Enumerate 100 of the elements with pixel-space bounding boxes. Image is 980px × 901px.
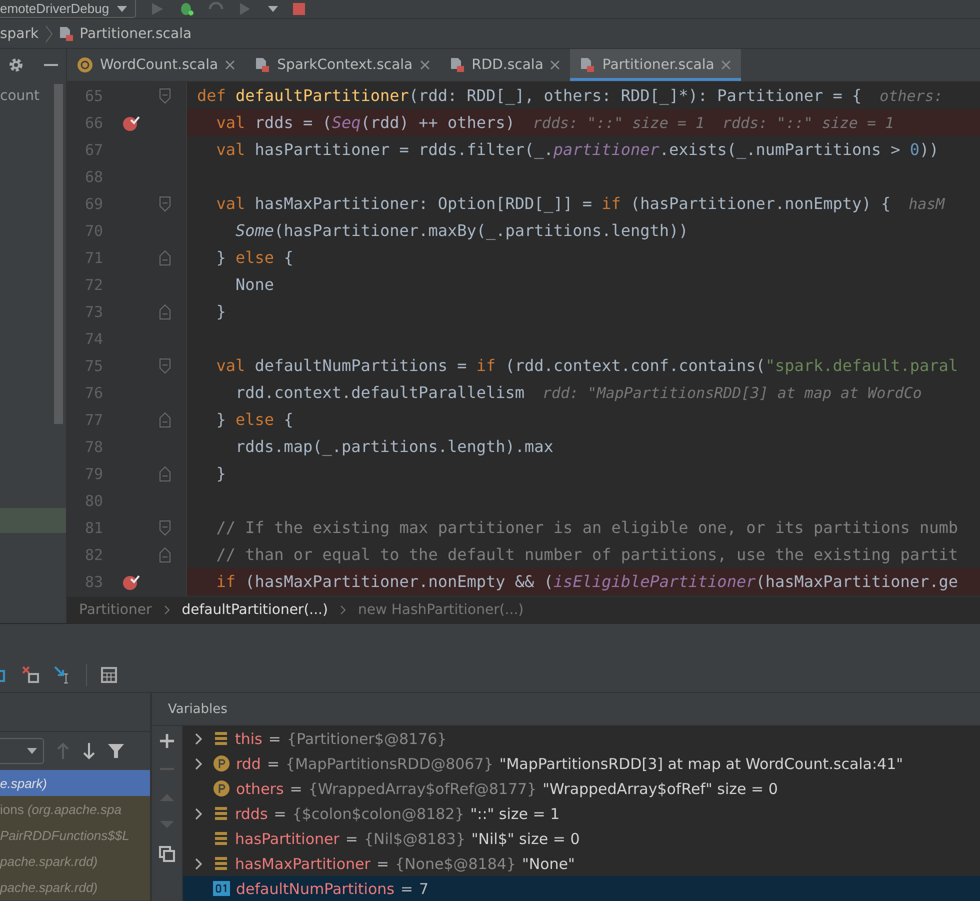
stack-frame[interactable]: pache.spark.rdd) — [0, 874, 150, 900]
locked-file-icon — [580, 57, 596, 73]
close-icon[interactable] — [550, 60, 560, 70]
thread-dropdown[interactable] — [0, 738, 44, 764]
variable-reference: {WrappedArray$ofRef@8177} — [308, 780, 537, 798]
editor-tab[interactable]: WordCount.scala — [67, 49, 246, 81]
equals-sign: = — [400, 880, 414, 898]
stack-frame[interactable]: pache.spark.rdd) — [0, 848, 150, 874]
fold-icon[interactable] — [159, 196, 171, 212]
copy-icon[interactable] — [159, 846, 175, 862]
variable-reference: {$colon$colon@8182} — [292, 804, 464, 822]
filter-icon[interactable] — [108, 743, 124, 759]
variable-value: "WrappedArray$ofRef" size = 0 — [542, 780, 778, 798]
variable-value: "None" — [522, 854, 575, 872]
variable-reference: {None$@8184} — [395, 854, 516, 872]
variable-value: "MapPartitionsRDD[3] at map at WordCount.scala:41" — [499, 754, 904, 772]
run-icon[interactable] — [150, 2, 164, 16]
code-line: // If the existing max partitioner is an eligible one, or its partitions numb — [215, 517, 959, 539]
up-arrow-icon[interactable] — [56, 742, 70, 760]
caret-icon[interactable] — [27, 748, 37, 754]
fold-icon[interactable] — [159, 546, 171, 562]
chevron-icon — [44, 24, 53, 42]
breadcrumb-item[interactable]: new HashPartitioner(...) — [358, 602, 524, 618]
table-icon[interactable] — [101, 666, 117, 682]
editor-tab[interactable]: RDD.scala — [440, 49, 570, 81]
fold-icon[interactable] — [159, 358, 171, 374]
panel-title: Variables — [168, 702, 228, 716]
close-icon[interactable] — [721, 60, 732, 70]
more-caret-icon[interactable] — [268, 6, 278, 12]
variable-reference: {MapPartitionsRDD@8067} — [286, 754, 494, 772]
code-line: } — [215, 301, 227, 323]
parameter-icon — [213, 780, 230, 797]
close-icon[interactable] — [420, 60, 430, 70]
code-line: val hasPartitioner = rdds.filter(_.partitioner.exists(_.numPartitions > 0)) — [215, 139, 940, 161]
stack-frame[interactable]: e.spark) — [0, 770, 150, 796]
fold-icon[interactable] — [159, 412, 171, 428]
stop-icon[interactable] — [292, 2, 306, 16]
variable-name[interactable]: this — [235, 730, 262, 748]
code-line: def defaultPartitioner(rdd: RDD[_], others: RDD[_]*): Partitioner = { others: — [196, 85, 944, 107]
breakpoint-icon[interactable] — [122, 572, 140, 590]
code-line: None — [234, 274, 276, 296]
variable-value: "::" size = 1 — [470, 804, 560, 822]
code-line: // than or equal to the default number of partitions, use the existing partit — [215, 544, 959, 566]
breadcrumb-item[interactable]: Partitioner — [79, 602, 152, 618]
down-arrow-icon[interactable] — [82, 742, 96, 760]
parameter-icon — [213, 755, 230, 772]
breadcrumb-item[interactable]: defaultPartitioner(...) — [182, 602, 328, 618]
code-line: } else { — [215, 247, 294, 269]
variable-name[interactable]: rdds — [235, 804, 268, 822]
equals-sign: = — [376, 854, 390, 872]
field-icon — [213, 856, 229, 872]
breadcrumb-item[interactable]: spark — [0, 26, 39, 42]
caret-icon[interactable] — [117, 6, 128, 12]
variable-name[interactable]: rdd — [236, 754, 261, 772]
chevron-icon — [164, 605, 170, 615]
breakpoint-icon[interactable] — [122, 114, 140, 132]
minimize-icon[interactable] — [44, 63, 58, 67]
equals-sign: = — [345, 830, 358, 848]
variable-reference: {Nil$@8183} — [364, 830, 466, 848]
variable-name[interactable]: defaultNumPartitions — [236, 880, 394, 898]
field-icon — [213, 806, 229, 822]
add-icon[interactable] — [160, 734, 174, 748]
fold-icon[interactable] — [159, 520, 171, 536]
close-icon[interactable] — [225, 60, 236, 70]
drop-frame-icon[interactable] — [22, 666, 40, 684]
fold-icon[interactable] — [159, 466, 171, 482]
equals-sign: = — [290, 780, 302, 798]
chevron-icon — [340, 605, 346, 615]
fold-icon[interactable] — [159, 250, 171, 266]
variable-name[interactable]: others — [236, 780, 284, 798]
variable-name[interactable]: hasPartitioner — [235, 830, 340, 848]
code-line: } — [215, 463, 227, 485]
fold-icon[interactable] — [159, 88, 171, 104]
editor-tab[interactable]: Partitioner.scala — [570, 49, 742, 81]
primitive-icon — [213, 881, 230, 896]
stack-frame[interactable]: ions (org.apache.spa — [0, 796, 150, 822]
editor-tab[interactable]: SparkContext.scala — [245, 49, 440, 81]
variable-name[interactable]: hasMaxPartitioner — [235, 854, 370, 872]
equals-sign: = — [266, 754, 280, 772]
variable-value: "Nil$" size = 0 — [471, 830, 580, 848]
code-line: val defaultNumPartitions = if (rdd.context.conf.contains("spark.default.paral — [215, 355, 960, 377]
locked-file-icon — [58, 26, 74, 42]
stack-frame[interactable]: PairRDDFunctions$$L — [0, 822, 150, 848]
class-icon — [77, 57, 93, 73]
locked-file-icon — [450, 57, 465, 73]
scrollbar[interactable] — [54, 84, 63, 424]
run-configuration-dropdown[interactable]: emoteDriverDebug — [0, 0, 136, 18]
code-line: rdds.map(_.partitions.length).max — [234, 436, 554, 458]
debug-icon[interactable] — [178, 2, 194, 16]
field-icon — [213, 830, 229, 846]
locked-file-icon — [255, 57, 270, 73]
settings-icon[interactable] — [8, 57, 24, 73]
code-line: Some(hasPartitioner.maxBy(_.partitions.length)) — [234, 220, 690, 242]
equals-sign: = — [268, 730, 281, 748]
tree-item[interactable]: count — [0, 88, 40, 104]
variable-reference: 7 — [419, 880, 429, 898]
code-line: rdd.context.defaultParallelism rdd: "MapPartitionsRDD[3] at map at WordCo — [234, 382, 923, 404]
breadcrumb-item[interactable]: Partitioner.scala — [80, 26, 192, 42]
equals-sign: = — [274, 804, 286, 822]
fold-icon[interactable] — [159, 304, 171, 320]
